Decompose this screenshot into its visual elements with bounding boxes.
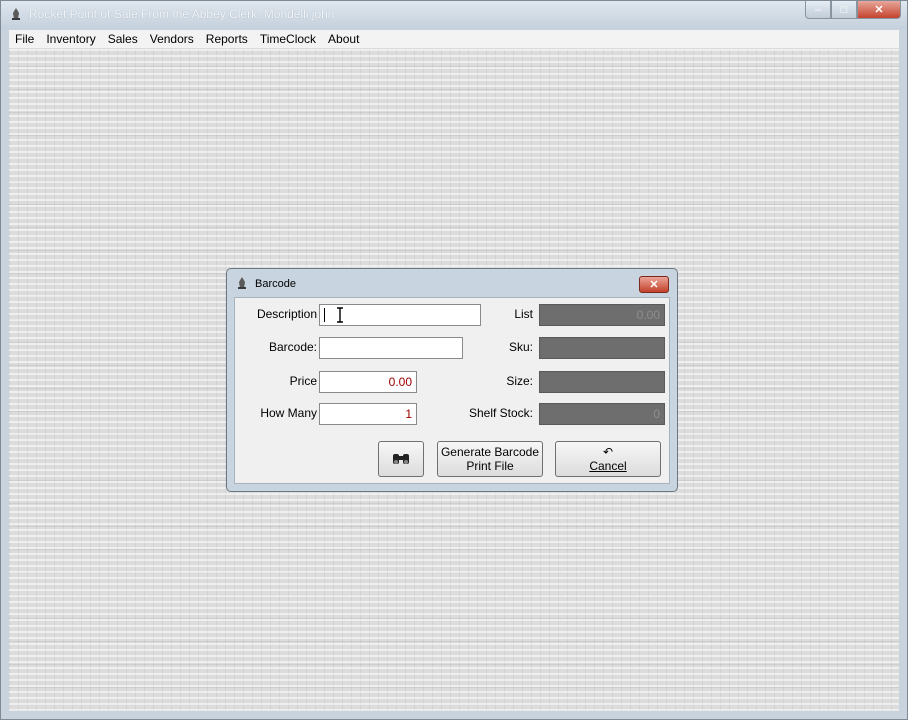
size-label: Size: (506, 374, 533, 388)
text-caret (324, 308, 325, 322)
close-button[interactable]: ✕ (857, 1, 901, 19)
search-button[interactable] (378, 441, 424, 477)
menu-bar: File Inventory Sales Vendors Reports Tim… (9, 30, 899, 49)
rocket-app-icon (238, 277, 246, 289)
menu-vendors[interactable]: Vendors (144, 30, 200, 48)
binoculars-icon (393, 454, 409, 464)
window-title: Rocket Point of Sale From the Abbey Cler… (29, 7, 335, 21)
list-price-field (539, 304, 665, 326)
cancel-button[interactable]: ↶ Cancel (555, 441, 661, 477)
menu-about[interactable]: About (322, 30, 365, 48)
description-label: Description (256, 307, 317, 321)
menu-file[interactable]: File (9, 30, 40, 48)
sku-label: Sku: (508, 340, 533, 354)
sku-field (539, 337, 665, 359)
shelf-stock-label: Shelf Stock: (468, 406, 533, 420)
how-many-input[interactable] (319, 403, 417, 425)
shelf-stock-field (539, 403, 665, 425)
list-label: List (514, 307, 533, 321)
size-field (539, 371, 665, 393)
menu-inventory[interactable]: Inventory (40, 30, 101, 48)
title-bar[interactable]: Rocket Point of Sale From the Abbey Cler… (1, 1, 907, 29)
dialog-title-bar[interactable]: Barcode ✕ (227, 269, 677, 297)
dialog-close-button[interactable]: ✕ (639, 276, 669, 293)
price-label: Price (289, 374, 317, 388)
barcode-label: Barcode: (268, 340, 317, 354)
undo-arrow-icon: ↶ (602, 445, 614, 459)
minimize-button[interactable]: – (805, 1, 831, 19)
barcode-dialog: Barcode ✕ Description Barcode: Price How… (226, 268, 678, 492)
menu-reports[interactable]: Reports (200, 30, 254, 48)
generate-barcode-button[interactable]: Generate Barcode Print File (437, 441, 543, 477)
cancel-label: Cancel (589, 459, 627, 473)
price-input[interactable] (319, 371, 417, 393)
menu-sales[interactable]: Sales (102, 30, 144, 48)
rocket-app-icon (12, 8, 20, 20)
how-many-label: How Many (260, 406, 317, 420)
dialog-body: Description Barcode: Price How Many List… (234, 297, 670, 484)
generate-barcode-label: Generate Barcode (440, 445, 540, 459)
dialog-title: Barcode (255, 278, 296, 290)
window-controls: – □ ✕ (805, 1, 901, 21)
maximize-button[interactable]: □ (831, 1, 857, 19)
menu-timeclock[interactable]: TimeClock (254, 30, 322, 48)
ibeam-cursor-icon (337, 307, 343, 323)
barcode-input[interactable] (319, 337, 463, 359)
print-file-label: Print File (466, 459, 514, 473)
